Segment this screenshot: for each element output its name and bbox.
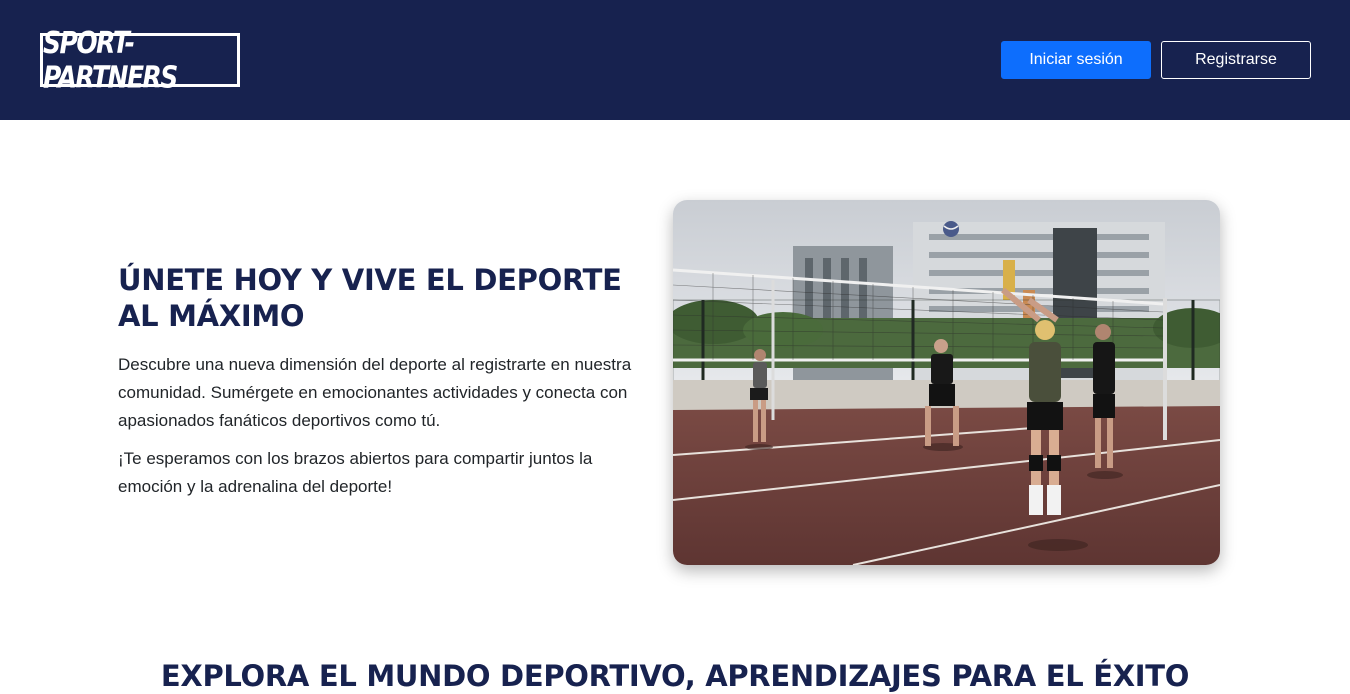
login-button[interactable]: Iniciar sesión <box>1001 41 1151 79</box>
hero-text-block: ÚNETE HOY Y VIVE EL DEPORTE AL MÁXIMO De… <box>118 262 638 501</box>
explore-section-title: EXPLORA EL MUNDO DEPORTIVO, APRENDIZAJES… <box>160 659 1190 693</box>
hero-paragraph-1: Descubre una nueva dimensión del deporte… <box>118 355 632 430</box>
register-button[interactable]: Registrarse <box>1161 41 1311 79</box>
hero-title: ÚNETE HOY Y VIVE EL DEPORTE AL MÁXIMO <box>118 263 622 333</box>
hero-paragraph-2: ¡Te esperamos con los brazos abiertos pa… <box>118 449 593 496</box>
sport-partners-logo[interactable]: SPORT-PARTNERS <box>40 25 240 95</box>
volleyball-photo-illustration <box>673 200 1220 565</box>
site-header: SPORT-PARTNERS Iniciar sesión Registrars… <box>0 0 1350 120</box>
logo-text: SPORT-PARTNERS <box>43 25 178 95</box>
volleyball-photo <box>673 200 1220 565</box>
